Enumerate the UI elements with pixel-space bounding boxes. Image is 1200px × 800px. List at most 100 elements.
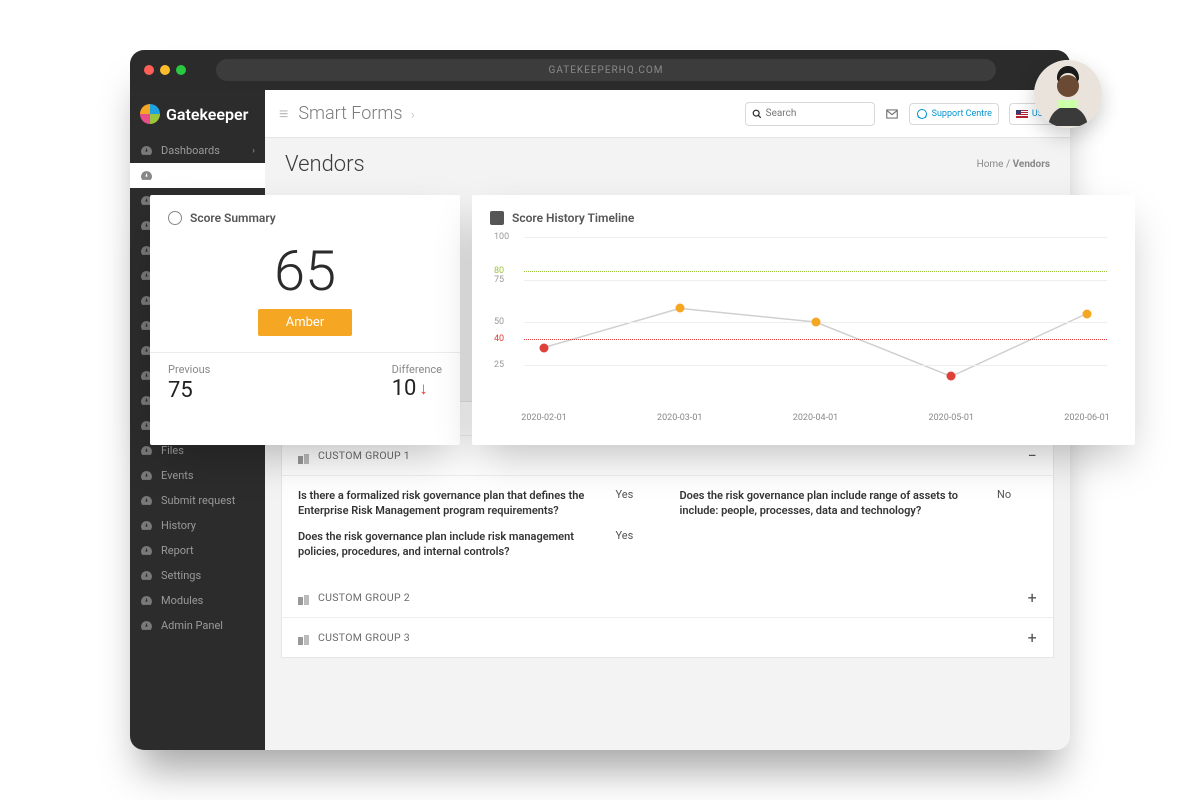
sidebar-item-label: History bbox=[161, 519, 196, 532]
chart-point[interactable] bbox=[811, 318, 820, 327]
sidebar-item-history[interactable]: History bbox=[130, 513, 265, 538]
gridline bbox=[524, 339, 1107, 340]
group-row-custom-2[interactable]: CUSTOM GROUP 2 + bbox=[282, 578, 1053, 618]
avatar[interactable] bbox=[1034, 60, 1102, 128]
gridline bbox=[524, 365, 1107, 366]
card-title: Score Summary bbox=[190, 211, 276, 225]
sidebar-item-label: Settings bbox=[161, 569, 201, 582]
x-tick-label: 2020-02-01 bbox=[521, 413, 566, 423]
collapse-icon[interactable]: − bbox=[1028, 446, 1037, 465]
address-text: GATEKEEPERHQ.COM bbox=[549, 65, 664, 76]
search-icon bbox=[752, 109, 762, 119]
score-summary-card: Score Summary 65 Amber Previous 75 Diffe… bbox=[150, 195, 460, 445]
y-tick-label: 80 bbox=[494, 266, 504, 276]
previous-label: Previous bbox=[168, 363, 210, 376]
x-tick-label: 2020-04-01 bbox=[793, 413, 838, 423]
gauge-icon bbox=[140, 494, 153, 507]
gridline bbox=[524, 280, 1107, 281]
gauge-icon bbox=[140, 169, 153, 182]
sidebar-item-settings[interactable]: Settings bbox=[130, 563, 265, 588]
question-text: Does the risk governance plan include ri… bbox=[298, 529, 592, 560]
expand-icon[interactable]: + bbox=[1028, 628, 1037, 647]
gauge-icon bbox=[140, 469, 153, 482]
question-text: Is there a formalized risk governance pl… bbox=[298, 488, 592, 519]
chevron-right-icon: › bbox=[411, 108, 415, 123]
sidebar-item-active[interactable] bbox=[130, 163, 265, 188]
card-title: Score History Timeline bbox=[512, 211, 634, 225]
sidebar-item-label: Events bbox=[161, 469, 194, 482]
breadcrumb[interactable]: Home / Vendors bbox=[977, 159, 1050, 170]
difference-label: Difference bbox=[392, 363, 442, 376]
gauge-icon bbox=[140, 544, 153, 557]
score-overlay: Score Summary 65 Amber Previous 75 Diffe… bbox=[150, 195, 1135, 445]
sidebar-item-label: Files bbox=[161, 444, 184, 457]
question-text: Does the risk governance plan include ra… bbox=[680, 488, 974, 519]
sidebar-item-label: Admin Panel bbox=[161, 619, 223, 632]
previous-value: 75 bbox=[168, 378, 210, 403]
chart-icon bbox=[490, 211, 504, 225]
window-close-dot[interactable] bbox=[144, 65, 154, 75]
sidebar-item-label: Submit request bbox=[161, 494, 235, 507]
sidebar-item-dashboards[interactable]: Dashboards › bbox=[130, 138, 265, 163]
gauge-icon bbox=[140, 569, 153, 582]
chart-point[interactable] bbox=[947, 372, 956, 381]
gridline bbox=[524, 237, 1107, 238]
sidebar-item-label: Dashboards bbox=[161, 144, 220, 157]
brand-name: Gatekeeper bbox=[166, 105, 248, 124]
brand-logo-icon bbox=[140, 104, 160, 124]
score-value: 65 bbox=[168, 243, 442, 299]
timeline-chart: 25405075801002020-02-012020-03-012020-04… bbox=[524, 237, 1107, 407]
flag-icon bbox=[1016, 110, 1028, 118]
score-timeline-card: Score History Timeline 25405075801002020… bbox=[472, 195, 1135, 445]
topbar: ≡ Smart Forms › Support Centre USD bbox=[265, 90, 1070, 138]
group-icon bbox=[298, 632, 310, 642]
y-tick-label: 25 bbox=[494, 360, 504, 370]
support-centre-button[interactable]: Support Centre bbox=[909, 103, 999, 125]
address-bar[interactable]: GATEKEEPERHQ.COM bbox=[216, 59, 996, 81]
answer-text: Yes bbox=[616, 529, 656, 560]
sidebar-item-events[interactable]: Events bbox=[130, 463, 265, 488]
answer-text: Yes bbox=[616, 488, 656, 519]
score-level-badge: Amber bbox=[258, 309, 352, 336]
chart-point[interactable] bbox=[1083, 309, 1092, 318]
browser-titlebar: GATEKEEPERHQ.COM bbox=[130, 50, 1070, 90]
menu-toggle-icon[interactable]: ≡ bbox=[279, 104, 288, 124]
group-icon bbox=[298, 451, 310, 461]
sidebar-item-report[interactable]: Report bbox=[130, 538, 265, 563]
gauge-icon bbox=[140, 619, 153, 632]
envelope-icon[interactable] bbox=[885, 107, 899, 121]
sidebar-item-modules[interactable]: Modules bbox=[130, 588, 265, 613]
window-min-dot[interactable] bbox=[160, 65, 170, 75]
gauge-icon bbox=[140, 519, 153, 532]
gauge-icon bbox=[140, 444, 153, 457]
arrow-down-icon: ↓ bbox=[419, 379, 428, 399]
chart-point[interactable] bbox=[675, 304, 684, 313]
expand-icon[interactable]: + bbox=[1028, 588, 1037, 607]
group-icon bbox=[298, 592, 310, 602]
page-header: Vendors Home / Vendors bbox=[265, 138, 1070, 191]
gauge-icon bbox=[140, 594, 153, 607]
group-row-custom-3[interactable]: CUSTOM GROUP 3 + bbox=[282, 618, 1053, 657]
gauge-icon bbox=[140, 144, 153, 157]
y-tick-label: 75 bbox=[494, 275, 504, 285]
headset-icon bbox=[916, 108, 928, 120]
y-tick-label: 100 bbox=[494, 232, 509, 242]
brand[interactable]: Gatekeeper bbox=[130, 90, 265, 138]
search-input[interactable] bbox=[745, 102, 875, 126]
y-tick-label: 40 bbox=[494, 334, 504, 344]
page-title: Vendors bbox=[285, 152, 365, 177]
sidebar-item-submit-request[interactable]: Submit request bbox=[130, 488, 265, 513]
window-max-dot[interactable] bbox=[176, 65, 186, 75]
target-icon bbox=[168, 211, 182, 225]
x-tick-label: 2020-05-01 bbox=[929, 413, 974, 423]
difference-value: 10 ↓ bbox=[392, 376, 442, 401]
gridline bbox=[524, 271, 1107, 272]
sidebar-item-label: Modules bbox=[161, 594, 203, 607]
x-tick-label: 2020-03-01 bbox=[657, 413, 702, 423]
chevron-right-icon: › bbox=[252, 146, 255, 156]
qa-grid: Is there a formalized risk governance pl… bbox=[282, 476, 1053, 578]
answer-text: No bbox=[997, 488, 1037, 519]
chart-point[interactable] bbox=[540, 343, 549, 352]
section-crumb[interactable]: Smart Forms › bbox=[298, 103, 414, 124]
sidebar-item-admin-panel[interactable]: Admin Panel bbox=[130, 613, 265, 638]
